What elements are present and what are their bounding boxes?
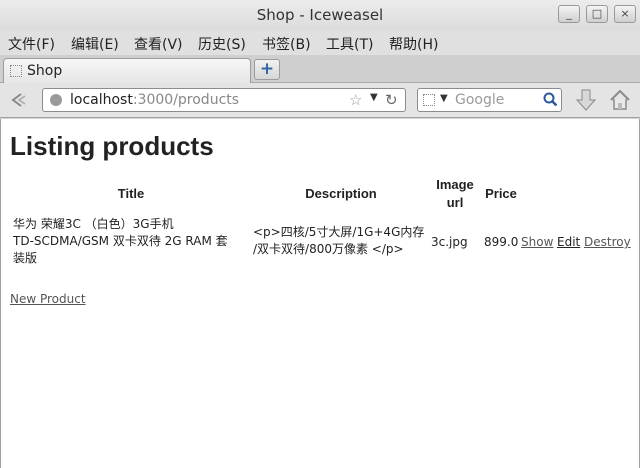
tab-shop[interactable]: Shop [3, 58, 251, 83]
column-header-image-url-line2: url [446, 195, 464, 210]
window-title: Shop - Iceweasel [256, 6, 384, 24]
search-engine-dropdown-icon[interactable]: ▼ [440, 93, 448, 104]
product-description-line: <p>四核/5寸大屏/1G+4G内存 [253, 225, 425, 239]
product-title-line: TD-SCDMA/GSM 双卡双待 2G RAM 套 [13, 234, 228, 248]
page-content: Listing products Title Description Image… [0, 119, 640, 468]
url-bar[interactable]: localhost:3000/products ☆ ▼ ↻ [42, 88, 406, 112]
new-tab-button[interactable]: + [254, 59, 280, 80]
menu-bar: 文件(F) 编辑(E) 查看(V) 历史(S) 书签(B) 工具(T) 帮助(H… [0, 30, 640, 55]
column-header-description: Description [305, 186, 377, 201]
search-input[interactable]: Google [455, 92, 504, 108]
menu-history[interactable]: 历史(S) [198, 34, 246, 54]
menu-file[interactable]: 文件(F) [8, 34, 55, 54]
new-product-link[interactable]: New Product [10, 292, 86, 306]
tab-label: Shop [27, 63, 63, 79]
page-title: Listing products [10, 131, 214, 161]
window-titlebar: Shop - Iceweasel _ □ × [0, 0, 640, 30]
bookmark-star-icon[interactable]: ☆ [349, 91, 362, 109]
minimize-button[interactable]: _ [558, 5, 580, 23]
menu-help[interactable]: 帮助(H) [389, 34, 438, 54]
url-dropdown-icon[interactable]: ▼ [370, 92, 378, 103]
product-image-url: 3c.jpg [431, 235, 468, 249]
column-header-title: Title [117, 186, 145, 201]
navigation-bar: localhost:3000/products ☆ ▼ ↻ ▼ Google [0, 83, 640, 118]
maximize-button[interactable]: □ [586, 5, 608, 23]
back-arrow-icon [11, 93, 26, 107]
product-price: 899.0 [484, 235, 519, 249]
menu-edit[interactable]: 编辑(E) [71, 34, 119, 54]
home-icon[interactable] [608, 88, 632, 112]
search-icon[interactable] [543, 92, 557, 106]
column-header-price: Price [485, 186, 517, 201]
download-arrow-icon[interactable] [575, 88, 597, 112]
product-title-line: 华为 荣耀3C （白色）3G手机 [13, 217, 174, 231]
edit-link[interactable]: Edit [557, 235, 580, 249]
product-title: 华为 荣耀3C （白色）3G手机 TD-SCDMA/GSM 双卡双待 2G RA… [13, 216, 248, 267]
close-window-button[interactable]: × [614, 5, 636, 23]
url-path: :3000/products [132, 92, 240, 108]
search-bar[interactable]: ▼ Google [417, 88, 562, 112]
show-link[interactable]: Show [521, 235, 553, 249]
url-host: localhost [70, 92, 133, 108]
menu-view[interactable]: 查看(V) [134, 34, 183, 54]
product-title-line: 装版 [13, 251, 38, 265]
tab-bar: Shop + [0, 55, 640, 83]
column-header-image-url-line1: Image [436, 177, 474, 192]
back-button[interactable] [7, 90, 29, 110]
reload-icon[interactable]: ↻ [385, 91, 398, 109]
product-description-line: /双卡双待/800万像素 </p> [253, 242, 404, 256]
destroy-link[interactable]: Destroy [584, 235, 631, 249]
globe-icon [50, 94, 62, 106]
menu-tools[interactable]: 工具(T) [326, 34, 373, 54]
product-description: <p>四核/5寸大屏/1G+4G内存 /双卡双待/800万像素 </p> [253, 224, 431, 258]
blank-page-icon [10, 65, 22, 77]
menu-bookmarks[interactable]: 书签(B) [262, 34, 311, 54]
search-engine-icon[interactable] [423, 94, 435, 106]
url-text[interactable]: localhost:3000/products [70, 92, 239, 108]
